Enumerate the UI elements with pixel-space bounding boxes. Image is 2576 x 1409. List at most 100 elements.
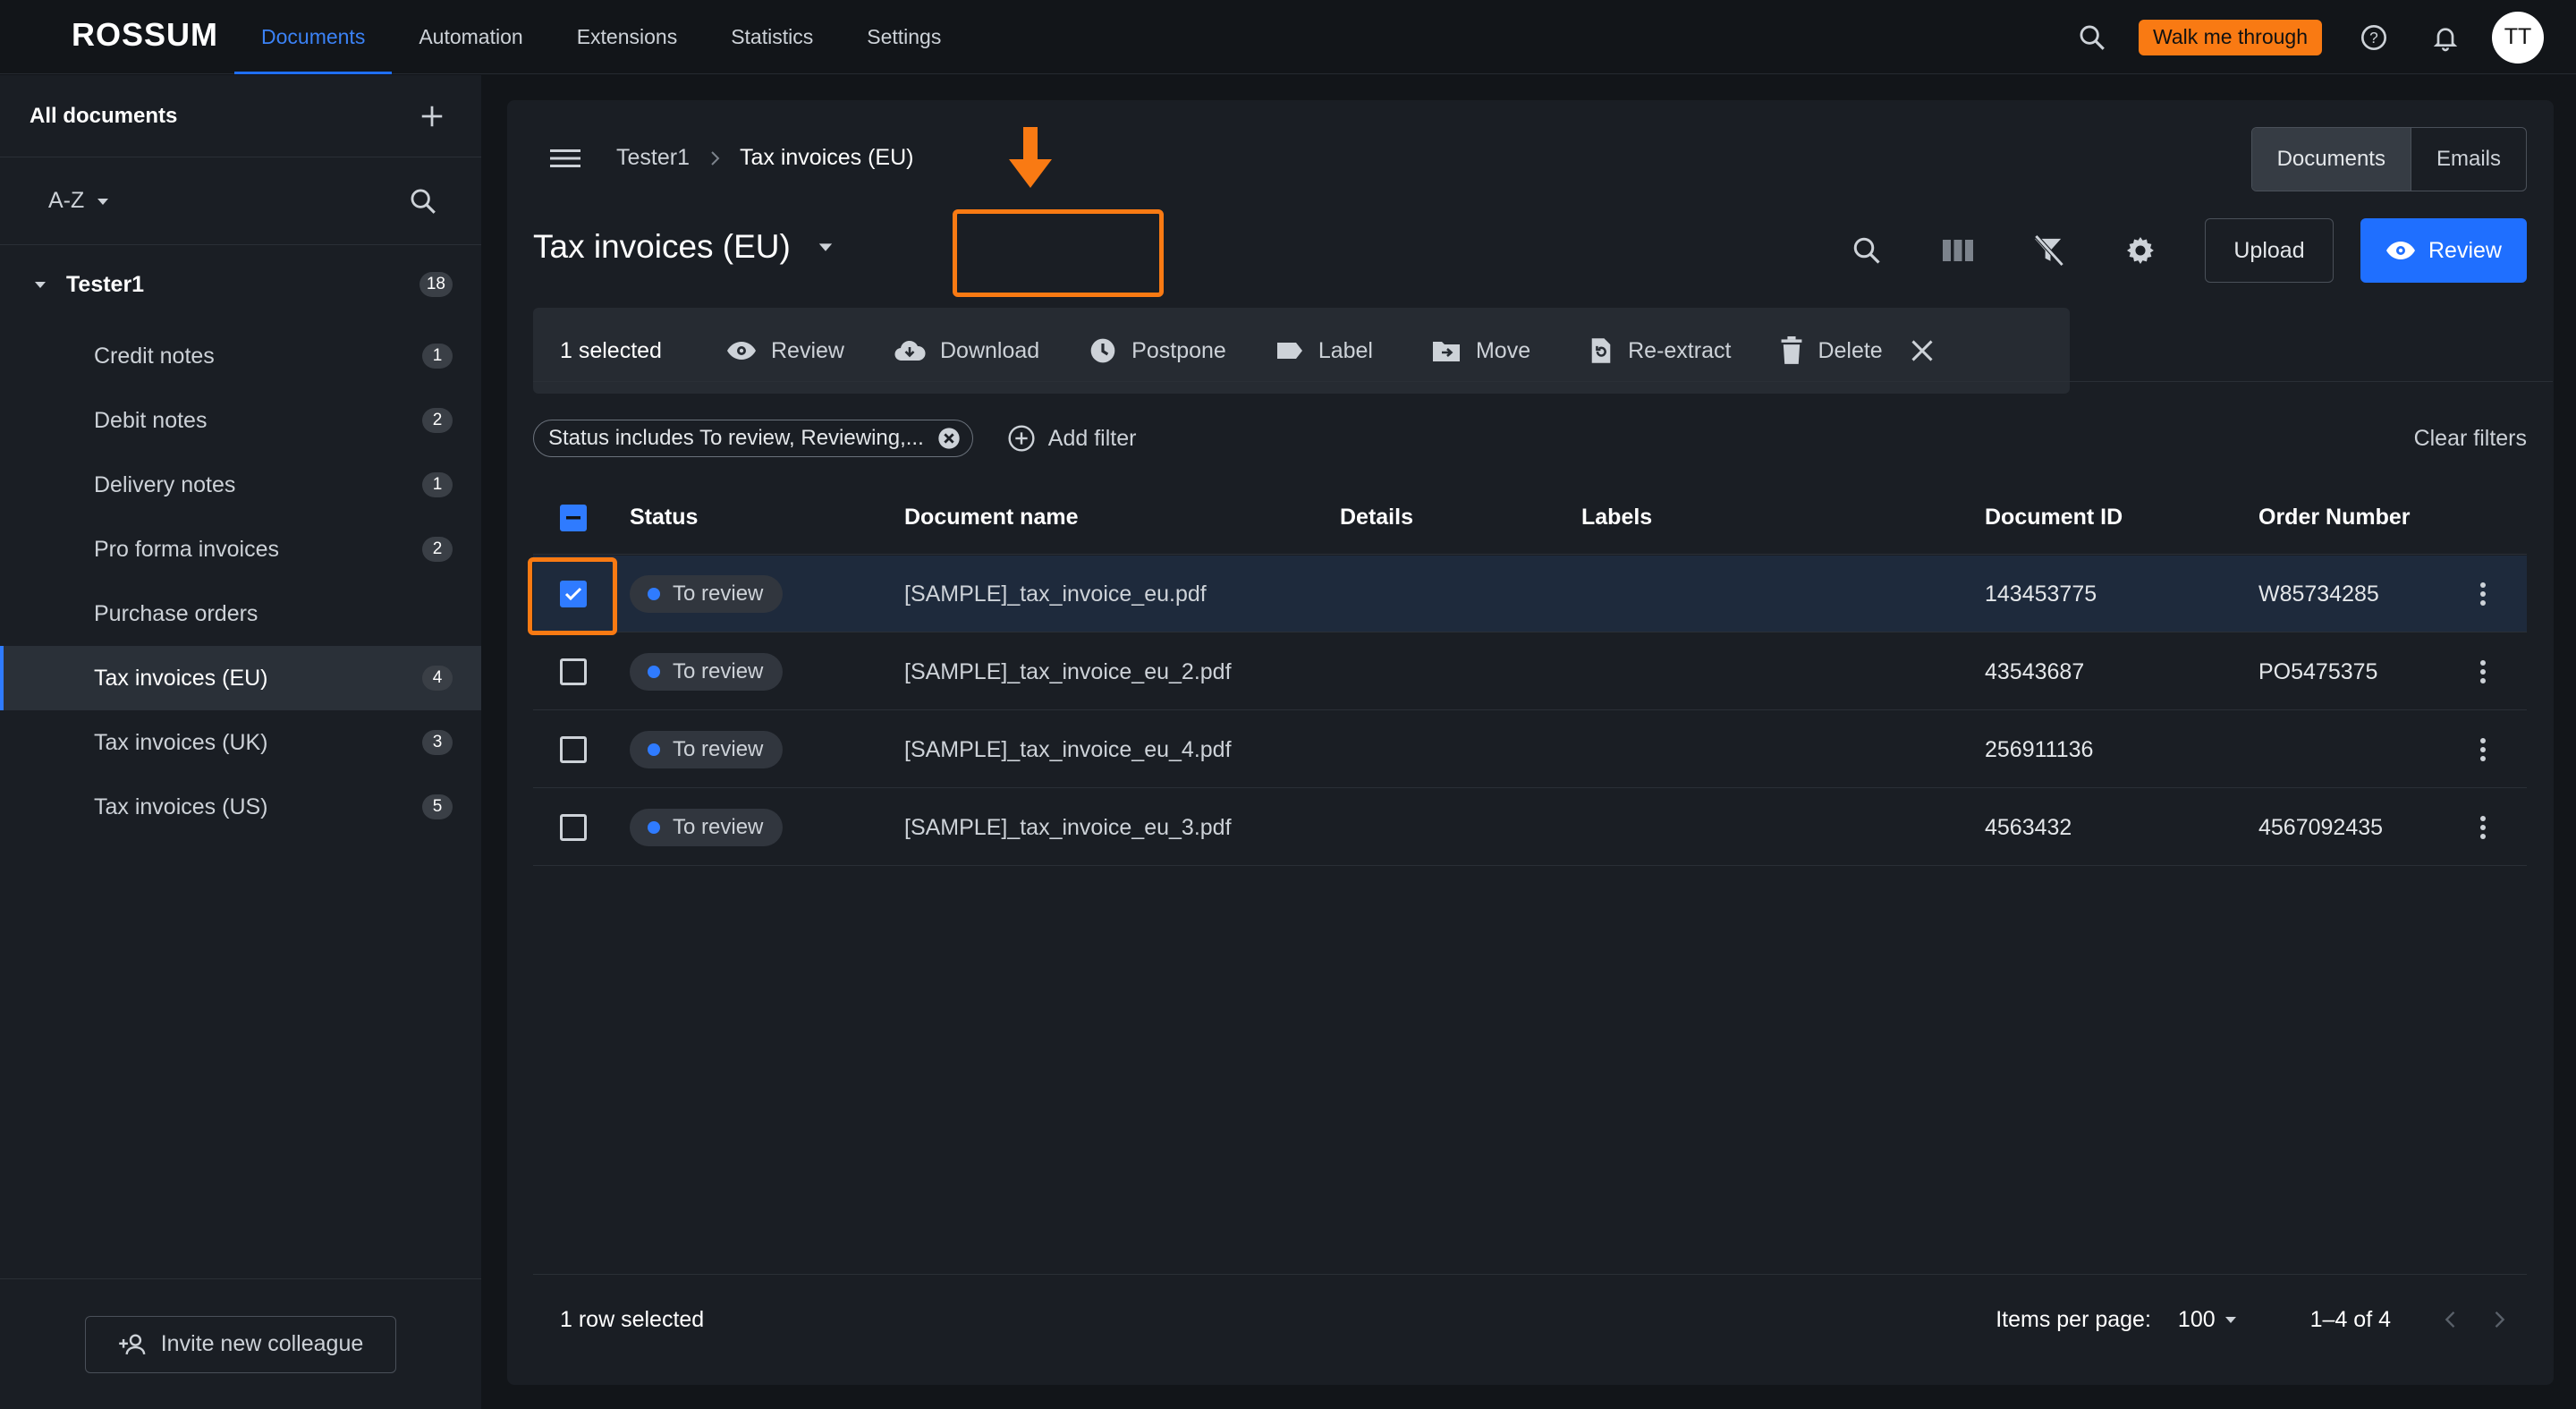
document-name[interactable]: [SAMPLE]_tax_invoice_eu_3.pdf (904, 789, 1232, 866)
column-document-name[interactable]: Document name (904, 505, 1078, 530)
filter-chip-label: Status includes To review, Reviewing,... (548, 426, 924, 450)
chevron-right-icon (711, 150, 720, 166)
document-name[interactable]: [SAMPLE]_tax_invoice_eu.pdf (904, 556, 1207, 632)
rossum-logo[interactable]: ROSSUM (72, 14, 218, 55)
sort-dropdown[interactable]: A-Z (48, 188, 109, 214)
column-status[interactable]: Status (630, 505, 698, 530)
document-name[interactable]: [SAMPLE]_tax_invoice_eu_4.pdf (904, 711, 1232, 788)
caret-down-icon (35, 282, 46, 288)
help-icon[interactable]: ? (2354, 18, 2394, 57)
logo-text: ROSSUM (72, 16, 219, 53)
queue-title[interactable]: Tax invoices (EU) (533, 228, 834, 266)
status-badge: To review (630, 575, 784, 613)
chevron-right-icon[interactable] (2493, 1310, 2505, 1329)
all-documents-title[interactable]: All documents (30, 104, 177, 129)
folder-move-icon (1432, 342, 1460, 361)
table-row[interactable]: To review [SAMPLE]_tax_invoice_eu_4.pdf … (533, 711, 2527, 788)
review-button[interactable]: Review (2360, 218, 2527, 283)
walk-me-through-button[interactable]: Walk me through (2139, 19, 2322, 55)
tab-extensions[interactable]: Extensions (550, 0, 705, 74)
table-row[interactable]: To review [SAMPLE]_tax_invoice_eu.pdf 14… (533, 556, 2527, 632)
reextract-icon (1591, 338, 1611, 363)
chevron-left-icon[interactable] (2445, 1310, 2457, 1329)
filter-row: Status includes To review, Reviewing,...… (533, 419, 2527, 458)
tab-automation[interactable]: Automation (392, 0, 549, 74)
sidebar-group-tester1[interactable]: Tester1 18 (0, 245, 481, 324)
more-options-icon[interactable] (2479, 789, 2487, 866)
breadcrumb-tester1[interactable]: Tester1 (616, 145, 690, 171)
clock-icon (1090, 338, 1115, 363)
sidebar-item-credit-notes[interactable]: Credit notes 1 (0, 324, 481, 388)
more-options-icon[interactable] (2479, 711, 2487, 788)
sidebar-header: All documents (0, 75, 481, 157)
bell-icon[interactable] (2426, 18, 2465, 57)
sidebar: All documents A-Z Tester1 18 Credit note… (0, 75, 481, 1409)
caret-down-icon (818, 243, 833, 251)
bulk-label-label: Label (1318, 337, 1373, 363)
sidebar-item-pro-forma-invoices[interactable]: Pro forma invoices 2 (0, 517, 481, 581)
clear-filter-icon[interactable] (2022, 224, 2076, 277)
status-text: To review (673, 815, 764, 839)
menu-icon[interactable] (550, 147, 580, 170)
column-details[interactable]: Details (1340, 505, 1413, 530)
sidebar-item-delivery-notes[interactable]: Delivery notes 1 (0, 453, 481, 517)
columns-icon[interactable] (1931, 224, 1985, 277)
add-circle-icon (1008, 425, 1035, 452)
sidebar-footer: Invite new colleague (0, 1278, 481, 1409)
close-icon[interactable] (1910, 338, 1935, 363)
nav-right-tools: Walk me through ? TT (2040, 0, 2544, 74)
gear-icon[interactable] (2114, 224, 2167, 277)
more-options-icon[interactable] (2479, 556, 2487, 632)
label-icon (1276, 343, 1302, 359)
table-row[interactable]: To review [SAMPLE]_tax_invoice_eu_3.pdf … (533, 789, 2527, 866)
sidebar-item-label: Pro forma invoices (94, 536, 280, 562)
tab-statistics[interactable]: Statistics (704, 0, 840, 74)
row-checkbox[interactable] (560, 814, 587, 841)
status-filter-chip[interactable]: Status includes To review, Reviewing,... (533, 420, 973, 457)
sidebar-item-purchase-orders[interactable]: Purchase orders (0, 581, 481, 646)
add-filter-button[interactable]: Add filter (1007, 424, 1136, 453)
document-name[interactable]: [SAMPLE]_tax_invoice_eu_2.pdf (904, 633, 1232, 710)
invite-colleague-button[interactable]: Invite new colleague (85, 1315, 396, 1373)
move-highlight-box (953, 209, 1164, 297)
row-checkbox[interactable] (560, 736, 587, 763)
sidebar-item-tax-invoices-uk[interactable]: Tax invoices (UK) 3 (0, 710, 481, 775)
remove-filter-icon (938, 428, 960, 449)
add-icon[interactable] (419, 103, 445, 130)
main-nav-tabs: Documents Automation Extensions Statisti… (234, 0, 968, 74)
user-avatar[interactable]: TT (2492, 11, 2544, 64)
sidebar-item-label: Tax invoices (US) (94, 794, 268, 819)
tab-documents[interactable]: Documents (234, 0, 393, 74)
count-badge: 3 (422, 730, 453, 755)
sidebar-search-icon[interactable] (408, 186, 438, 216)
row-checkbox[interactable] (560, 658, 587, 685)
status-badge: To review (630, 731, 784, 768)
select-all-checkbox[interactable] (560, 505, 587, 531)
search-icon[interactable] (1840, 224, 1894, 277)
invite-label: Invite new colleague (160, 1331, 364, 1356)
table-row[interactable]: To review [SAMPLE]_tax_invoice_eu_2.pdf … (533, 633, 2527, 710)
upload-button[interactable]: Upload (2205, 218, 2334, 283)
clear-filters-link[interactable]: Clear filters (2414, 426, 2527, 452)
pagination: Items per page: 100 1–4 of 4 (1996, 1275, 2527, 1364)
sidebar-item-tax-invoices-eu[interactable]: Tax invoices (EU) 4 (0, 646, 481, 710)
toggle-documents[interactable]: Documents (2251, 128, 2411, 191)
items-per-page-select[interactable]: 100 (2178, 1307, 2237, 1333)
toggle-emails[interactable]: Emails (2411, 128, 2526, 191)
caret-down-icon (2224, 1317, 2236, 1323)
sidebar-item-label: Tax invoices (EU) (94, 665, 268, 691)
caret-down-icon (97, 198, 109, 205)
tab-settings[interactable]: Settings (840, 0, 968, 74)
column-order-number[interactable]: Order Number (2258, 505, 2410, 530)
column-labels[interactable]: Labels (1581, 505, 1652, 530)
more-options-icon[interactable] (2479, 633, 2487, 710)
column-document-id[interactable]: Document ID (1985, 505, 2123, 530)
cloud-download-icon (894, 340, 926, 361)
order-number: W85734285 (2258, 581, 2379, 607)
sidebar-item-tax-invoices-us[interactable]: Tax invoices (US) 5 (0, 775, 481, 839)
sidebar-sort-row: A-Z (0, 157, 481, 245)
sidebar-item-debit-notes[interactable]: Debit notes 2 (0, 388, 481, 453)
search-icon[interactable] (2072, 18, 2112, 57)
items-per-page-label: Items per page: (1996, 1306, 2151, 1332)
group-count-badge: 18 (419, 272, 453, 297)
